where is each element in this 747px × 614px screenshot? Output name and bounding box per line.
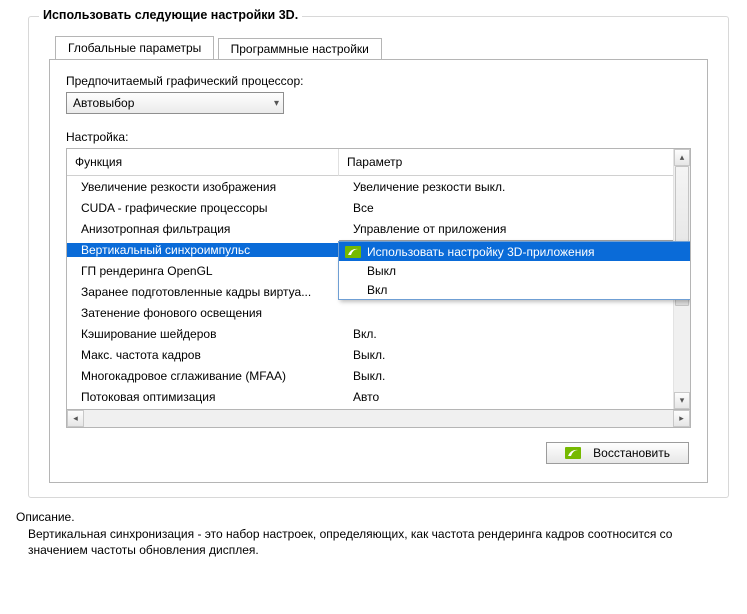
restore-label: Восстановить — [593, 446, 670, 460]
chevron-down-icon: ▾ — [266, 98, 279, 109]
dropdown-option[interactable]: Выкл — [339, 261, 691, 280]
cell-func: Макс. частота кадров — [67, 348, 339, 362]
col-header-func[interactable]: Функция — [67, 149, 339, 176]
cell-param[interactable]: Авто — [339, 390, 673, 404]
cell-func: Потоковая оптимизация — [67, 390, 339, 404]
cell-param[interactable]: Вкл. — [339, 327, 673, 341]
tab-program[interactable]: Программные настройки — [218, 38, 382, 59]
description-body: Вертикальная синхронизация - это набор н… — [28, 526, 728, 558]
scroll-up-icon[interactable]: ▴ — [674, 149, 690, 166]
col-header-param[interactable]: Параметр — [339, 149, 673, 176]
cell-param[interactable]: Выкл. — [339, 348, 673, 362]
cell-func: Многокадровое сглаживание (MFAA) — [67, 369, 339, 383]
cell-func: Анизотропная фильтрация — [67, 222, 339, 236]
param-dropdown[interactable]: Использовать настройку 3D-приложения Выкл… — [338, 241, 691, 300]
tabpanel-global: Предпочитаемый графический процессор: Ав… — [49, 59, 708, 483]
description-title: Описание. — [16, 510, 729, 524]
table-row[interactable]: Потоковая оптимизацияАвто — [67, 386, 673, 407]
tabstrip: Глобальные параметры Программные настрой… — [55, 35, 708, 59]
scroll-down-icon[interactable]: ▾ — [674, 392, 690, 409]
horizontal-scrollbar[interactable]: ◂ ▸ — [66, 410, 691, 428]
dropdown-option[interactable]: Использовать настройку 3D-приложения — [339, 242, 691, 261]
cell-func: Вертикальный синхроимпульс — [67, 243, 339, 257]
cell-func: Увеличение резкости изображения — [67, 180, 339, 194]
settings-table: Функция Параметр Увеличение резкости изо… — [66, 148, 691, 410]
group-3d-settings: Использовать следующие настройки 3D. Гло… — [28, 16, 729, 498]
hscroll-track[interactable] — [84, 410, 673, 427]
dropdown-option-label: Вкл — [367, 283, 387, 297]
actions: Восстановить — [66, 428, 691, 466]
pref-gpu-label: Предпочитаемый графический процессор: — [66, 74, 691, 88]
tab-global[interactable]: Глобальные параметры — [55, 36, 214, 59]
table-row[interactable]: CUDA - графические процессорыВсе — [67, 197, 673, 218]
cell-func: Заранее подготовленные кадры виртуа... — [67, 285, 339, 299]
table-row[interactable]: Увеличение резкости изображенияУвеличени… — [67, 176, 673, 197]
cell-func: CUDA - графические процессоры — [67, 201, 339, 215]
dropdown-option[interactable]: Вкл — [339, 280, 691, 299]
cell-func: Затенение фонового освещения — [67, 306, 339, 320]
dropdown-option-label: Использовать настройку 3D-приложения — [367, 245, 595, 259]
pref-gpu-value: Автовыбор — [73, 96, 134, 110]
table-row[interactable]: Макс. частота кадровВыкл. — [67, 344, 673, 365]
pref-gpu-select[interactable]: Автовыбор ▾ — [66, 92, 284, 114]
table-row[interactable]: Кэширование шейдеровВкл. — [67, 323, 673, 344]
setting-label: Настройка: — [66, 130, 691, 144]
nvidia-icon — [565, 447, 581, 459]
cell-param[interactable]: Увеличение резкости выкл. — [339, 180, 673, 194]
dropdown-option-label: Выкл — [367, 264, 396, 278]
cell-func: ГП рендеринга OpenGL — [67, 264, 339, 278]
nvidia-icon — [345, 246, 361, 258]
restore-button[interactable]: Восстановить — [546, 442, 689, 464]
table-row[interactable]: Затенение фонового освещения — [67, 302, 673, 323]
cell-param[interactable]: Выкл. — [339, 369, 673, 383]
cell-func: Кэширование шейдеров — [67, 327, 339, 341]
cell-param[interactable]: Управление от приложения — [339, 222, 673, 236]
cell-param[interactable]: Все — [339, 201, 673, 215]
table-row[interactable]: Многокадровое сглаживание (MFAA)Выкл. — [67, 365, 673, 386]
table-row[interactable]: Анизотропная фильтрацияУправление от при… — [67, 218, 673, 239]
scroll-right-icon[interactable]: ▸ — [673, 410, 690, 427]
scroll-left-icon[interactable]: ◂ — [67, 410, 84, 427]
group-title: Использовать следующие настройки 3D. — [39, 8, 302, 22]
